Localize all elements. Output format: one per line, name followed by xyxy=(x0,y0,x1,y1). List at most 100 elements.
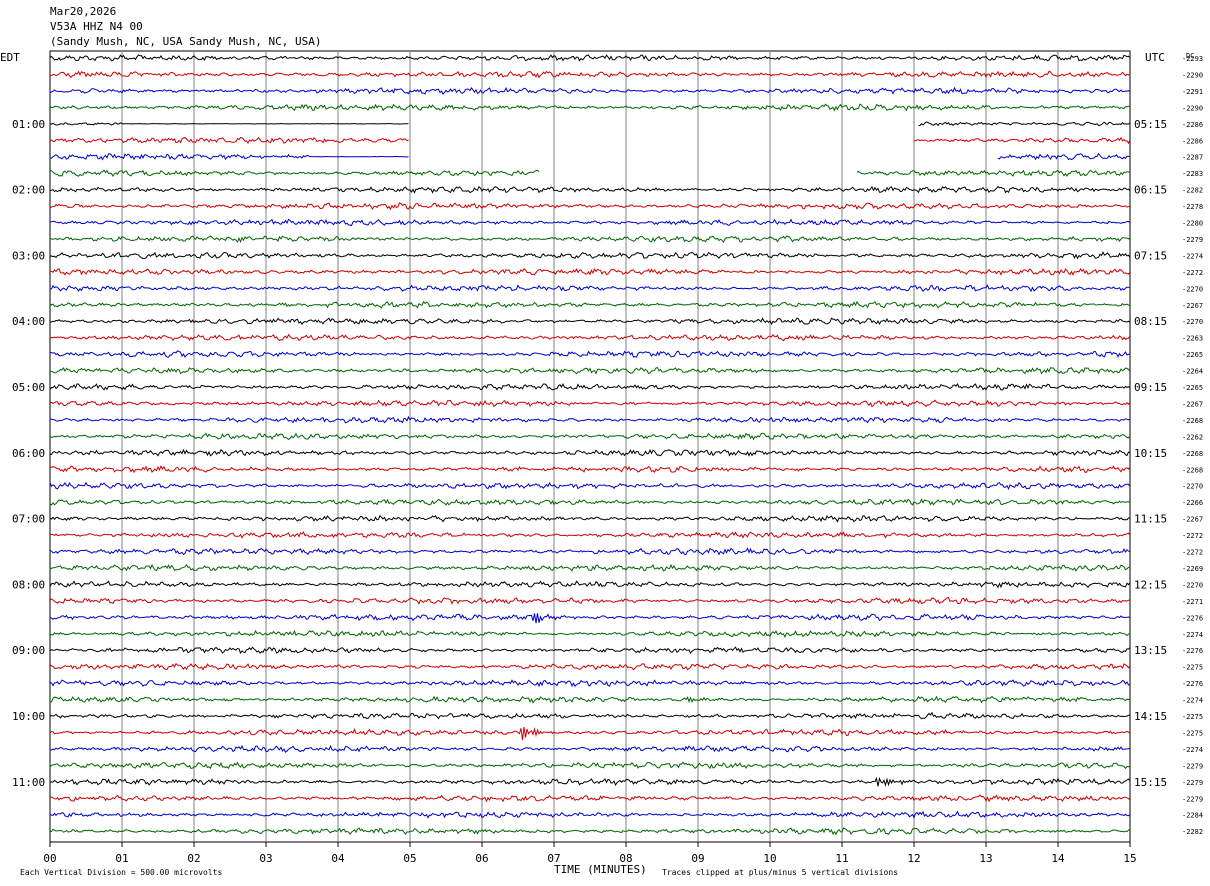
right-time-label: 15:15 xyxy=(1134,776,1167,789)
trace-line xyxy=(997,152,1131,161)
left-time-label: 09:00 xyxy=(12,644,45,657)
trace-line xyxy=(918,121,1131,127)
left-time-label: 04:00 xyxy=(12,315,45,328)
right-time-label: 07:15 xyxy=(1134,249,1167,262)
dc-offset-labels: -2293 -2290 -2291 -2290 -2286 -2286 -2287 -2283… xyxy=(1182,55,1203,836)
trace-line xyxy=(49,202,1131,211)
trace-line xyxy=(49,679,1131,688)
dc-offset-label: -2282 xyxy=(1182,828,1203,836)
trace-line xyxy=(49,465,1131,474)
trace-line xyxy=(49,580,1131,589)
dc-offset-label: -2272 xyxy=(1182,532,1203,540)
trace-line xyxy=(856,169,1131,177)
dc-offset-label: -2272 xyxy=(1182,549,1203,557)
dc-offset-label: -2267 xyxy=(1182,516,1203,524)
header-date: Mar20,2026 xyxy=(50,5,116,18)
x-tick-label: 14 xyxy=(1051,852,1065,865)
dc-offset-label: -2268 xyxy=(1182,466,1203,474)
trace-line xyxy=(49,137,409,144)
x-tick-label: 00 xyxy=(43,852,56,865)
right-time-label: 10:15 xyxy=(1134,447,1167,460)
left-time-label: 03:00 xyxy=(12,249,45,262)
scale-note: Each Vertical Division = 500.00 microvol… xyxy=(20,868,222,877)
trace-line xyxy=(49,333,1131,342)
trace-line xyxy=(49,726,1131,740)
dc-offset-label: -2265 xyxy=(1182,351,1203,359)
x-tick-label: 02 xyxy=(187,852,200,865)
left-time-label: 10:00 xyxy=(12,710,45,723)
dc-offset-label: -2274 xyxy=(1182,746,1203,754)
dc-offset-label: -2282 xyxy=(1182,187,1203,195)
right-time-label: 08:15 xyxy=(1134,315,1167,328)
dc-offset-label: -2267 xyxy=(1182,400,1203,408)
trace-line xyxy=(49,122,409,126)
dc-offset-label: -2275 xyxy=(1182,729,1203,737)
trace-line xyxy=(49,432,1131,441)
dc-offset-label: -2270 xyxy=(1182,581,1203,589)
trace-line xyxy=(49,415,1131,424)
dc-offset-label: -2274 xyxy=(1182,697,1203,705)
right-time-label: 11:15 xyxy=(1134,513,1167,526)
right-time-labels: 05:15 06:15 07:15 08:15 09:15 10:15 11:15 12:15… xyxy=(1134,118,1167,789)
trace-line xyxy=(49,169,540,177)
trace-line xyxy=(49,382,1131,391)
x-tick-label: 06 xyxy=(475,852,488,865)
dc-offset-label: -2286 xyxy=(1182,137,1203,145)
trace-line xyxy=(49,810,1131,819)
trace-line xyxy=(49,695,1131,704)
clip-note: Traces clipped at plus/minus 5 vertical … xyxy=(662,868,898,877)
trace-line xyxy=(49,531,1131,539)
dc-offset-label: -2263 xyxy=(1182,335,1203,343)
dc-offset-label: -2287 xyxy=(1182,154,1203,162)
dc-offset-label: -2291 xyxy=(1182,88,1203,96)
dc-offset-label: -2290 xyxy=(1182,104,1203,112)
trace-line xyxy=(49,547,1131,556)
left-time-label: 02:00 xyxy=(12,184,45,197)
x-tick-labels: 00 01 02 03 04 05 06 07 08 09 10 11 12 13 14 15 xyxy=(43,842,1137,865)
x-tick-label: 13 xyxy=(979,852,992,865)
left-time-label: 06:00 xyxy=(12,447,45,460)
header-station: V53A HHZ N4 00 xyxy=(50,20,143,33)
left-time-label: 05:00 xyxy=(12,381,45,394)
trace-line xyxy=(49,629,1131,639)
dc-offset-label: -2278 xyxy=(1182,203,1203,211)
left-time-label: 08:00 xyxy=(12,578,45,591)
dc-offset-label: -2270 xyxy=(1182,483,1203,491)
dc-offset-label: -2265 xyxy=(1182,384,1203,392)
x-tick-label: 10 xyxy=(763,852,776,865)
x-tick-label: 04 xyxy=(331,852,345,865)
trace-line xyxy=(49,597,1131,605)
trace-line xyxy=(49,300,1131,309)
dc-offset-label: -2293 xyxy=(1182,55,1203,63)
x-tick-label: 15 xyxy=(1123,852,1136,865)
trace-line xyxy=(49,761,1131,770)
trace-line xyxy=(50,794,1131,803)
trace-line xyxy=(49,481,1131,491)
dc-offset-label: -2274 xyxy=(1182,252,1203,260)
dc-offset-label: -2284 xyxy=(1182,812,1203,820)
x-tick-label: 01 xyxy=(115,852,128,865)
trace-line xyxy=(49,103,1131,112)
trace-line xyxy=(49,54,1131,62)
right-time-label: 09:15 xyxy=(1134,381,1167,394)
dc-offset-label: -2279 xyxy=(1182,236,1203,244)
left-time-label: 07:00 xyxy=(12,513,45,526)
dc-offset-label: -2283 xyxy=(1182,170,1203,178)
trace-line xyxy=(49,317,1131,326)
x-tick-label: 12 xyxy=(907,852,920,865)
dc-offset-label: -2269 xyxy=(1182,565,1203,573)
dc-offset-label: -2267 xyxy=(1182,302,1203,310)
dc-offset-label: -2280 xyxy=(1182,220,1203,228)
dc-offset-label: -2264 xyxy=(1182,368,1203,376)
trace-line xyxy=(49,744,1131,753)
dc-offset-label: -2286 xyxy=(1182,121,1203,129)
trace-line xyxy=(49,514,1130,523)
right-time-label: 05:15 xyxy=(1134,118,1167,131)
dc-offset-label: -2268 xyxy=(1182,450,1203,458)
dc-offset-label: -2268 xyxy=(1182,417,1203,425)
dc-offset-label: -2290 xyxy=(1182,71,1203,79)
x-tick-label: 11 xyxy=(835,852,848,865)
right-time-label: 12:15 xyxy=(1134,578,1167,591)
trace-line xyxy=(913,136,1131,145)
trace-line xyxy=(49,711,1130,720)
